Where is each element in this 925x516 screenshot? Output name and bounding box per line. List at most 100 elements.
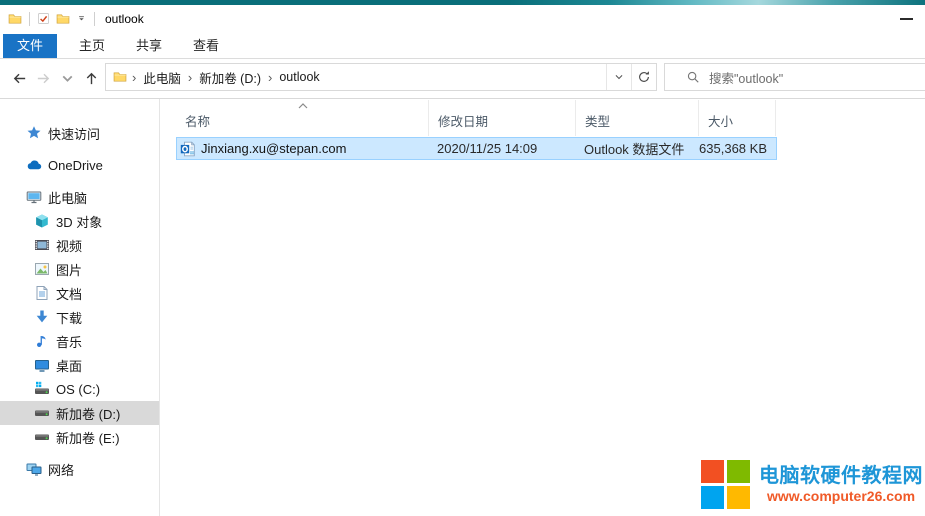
windows-logo <box>701 460 750 509</box>
breadcrumb-segment[interactable]: 此电脑 <box>141 68 183 87</box>
sidebar-item-network[interactable]: 网络 <box>0 457 159 481</box>
recent-locations-button[interactable] <box>55 66 79 92</box>
watermark-url: www.computer26.com <box>759 488 923 504</box>
sidebar-item-label: 新加卷 (D:) <box>56 404 120 423</box>
back-button[interactable] <box>7 66 31 92</box>
qat-chevron-down-button[interactable] <box>73 13 90 24</box>
tab-share[interactable]: 共享 <box>127 34 171 58</box>
windows-logo-square-top-left <box>701 460 724 483</box>
search-icon <box>686 70 700 84</box>
breadcrumb-separator: › <box>127 70 141 85</box>
file-size: 635,368 KB <box>698 141 774 156</box>
documents-icon <box>34 285 50 301</box>
network-icon <box>26 461 42 477</box>
sidebar-item-label: 文档 <box>56 284 82 303</box>
sidebar-item-label: 新加卷 (E:) <box>56 428 120 447</box>
properties-check-button[interactable] <box>34 12 53 25</box>
sidebar-item-label: 快速访问 <box>48 124 100 143</box>
outlook-data-file-icon <box>180 141 196 157</box>
sidebar-item-label: OneDrive <box>48 158 103 173</box>
3d-objects-icon <box>34 213 50 229</box>
drive-icon <box>34 405 50 421</box>
new-folder-button[interactable] <box>53 12 73 26</box>
address-bar[interactable]: ›此电脑›新加卷 (D:)›outlook <box>105 63 657 91</box>
sidebar-item-label: 桌面 <box>56 356 82 375</box>
new-folder-icon <box>56 12 70 26</box>
file-type: Outlook 数据文件 <box>575 139 698 158</box>
nav-buttons <box>7 59 103 98</box>
sort-ascending-icon[interactable] <box>297 102 309 110</box>
tab-view[interactable]: 查看 <box>184 34 228 58</box>
os-drive-icon <box>34 381 50 397</box>
address-dropdown-button[interactable] <box>607 64 631 90</box>
up-button[interactable] <box>79 66 103 92</box>
navigation-toolbar: ›此电脑›新加卷 (D:)›outlook 搜索"outlook" <box>0 59 925 99</box>
folder-icon <box>113 70 127 84</box>
file-name: Jinxiang.xu@stepan.com <box>201 141 346 156</box>
windows-logo-square-bottom-right <box>727 486 750 509</box>
file-row[interactable]: Jinxiang.xu@stepan.com 2020/11/25 14:09Ou… <box>176 137 777 160</box>
search-input[interactable]: 搜索"outlook" <box>664 63 925 91</box>
column-header-type[interactable]: 类型 <box>575 100 698 136</box>
sidebar-item-videos[interactable]: 视频 <box>0 233 159 257</box>
explorer-folder-button[interactable] <box>5 12 25 26</box>
sidebar-item-label: 音乐 <box>56 332 82 351</box>
sidebar-item-3d-objects[interactable]: 3D 对象 <box>0 209 159 233</box>
quick-access-star-icon <box>26 125 42 141</box>
search-placeholder: 搜索"outlook" <box>709 68 783 87</box>
minimize-button[interactable] <box>891 9 921 29</box>
column-header-size[interactable]: 大小 <box>698 100 776 136</box>
ribbon-tab-bar: 文件主页共享查看 <box>0 32 925 59</box>
navigation-pane: 快速访问 OneDrive 此电脑 3D 对象视频图片文档下载音乐桌面 OS (C:) 新… <box>0 99 160 516</box>
breadcrumb-separator: › <box>183 70 197 85</box>
forward-button[interactable] <box>31 66 55 92</box>
sidebar-item-documents[interactable]: 文档 <box>0 281 159 305</box>
onedrive-cloud-icon <box>26 157 42 173</box>
title-bar: outlook <box>0 5 925 32</box>
file-name-cell: Jinxiang.xu@stepan.com <box>177 141 428 157</box>
desktop-icon <box>34 357 50 373</box>
file-date: 2020/11/25 14:09 <box>428 141 575 156</box>
refresh-button[interactable] <box>632 64 656 90</box>
file-list-area: 名称修改日期类型大小 Jinxiang.xu@stepan.com 2020/11… <box>161 99 925 516</box>
sidebar-item-label: 3D 对象 <box>56 212 102 231</box>
drive-icon <box>34 429 50 445</box>
explorer-folder-icon <box>8 12 22 26</box>
watermark-text: 电脑软硬件教程网 www.computer26.com <box>759 465 923 504</box>
breadcrumb-segment[interactable]: outlook <box>277 70 321 84</box>
column-header-row: 名称修改日期类型大小 <box>176 100 776 136</box>
sidebar-item-os-c-drive[interactable]: OS (C:) <box>0 377 159 401</box>
sidebar-item-label: OS (C:) <box>56 382 100 397</box>
window-title: outlook <box>105 12 144 26</box>
sidebar-item-pictures[interactable]: 图片 <box>0 257 159 281</box>
windows-logo-square-top-right <box>727 460 750 483</box>
sidebar-item-onedrive[interactable]: OneDrive <box>0 153 159 177</box>
breadcrumb-separator: › <box>263 70 277 85</box>
window-body: 快速访问 OneDrive 此电脑 3D 对象视频图片文档下载音乐桌面 OS (C:) 新… <box>0 99 925 516</box>
recent-chevron-icon <box>59 70 76 87</box>
sidebar-item-label: 图片 <box>56 260 82 279</box>
sidebar-item-desktop[interactable]: 桌面 <box>0 353 159 377</box>
tab-file[interactable]: 文件 <box>3 34 57 58</box>
downloads-icon <box>34 309 50 325</box>
tab-home[interactable]: 主页 <box>70 34 114 58</box>
sidebar-item-new-volume-e[interactable]: 新加卷 (E:) <box>0 425 159 449</box>
watermark-site-name: 电脑软硬件教程网 <box>759 465 923 487</box>
sidebar-item-quick-access[interactable]: 快速访问 <box>0 121 159 145</box>
minimize-icon <box>900 18 913 20</box>
column-header-date[interactable]: 修改日期 <box>428 100 575 136</box>
sidebar-item-label: 此电脑 <box>48 188 87 207</box>
separator <box>94 12 95 26</box>
refresh-icon <box>637 70 651 84</box>
back-arrow-icon <box>11 70 28 87</box>
this-pc-icon <box>26 189 42 205</box>
breadcrumb-segment[interactable]: 新加卷 (D:) <box>197 68 263 87</box>
sidebar-item-label: 视频 <box>56 236 82 255</box>
sidebar-item-downloads[interactable]: 下载 <box>0 305 159 329</box>
sidebar-item-this-pc[interactable]: 此电脑 <box>0 185 159 209</box>
sidebar-item-new-volume-d[interactable]: 新加卷 (D:) <box>0 401 159 425</box>
properties-check-icon <box>37 12 50 25</box>
pictures-icon <box>34 261 50 277</box>
sidebar-item-music[interactable]: 音乐 <box>0 329 159 353</box>
file-explorer-window: outlook 文件主页共享查看 ›此电脑›新加卷 (D:)›outlook 搜… <box>0 0 925 516</box>
